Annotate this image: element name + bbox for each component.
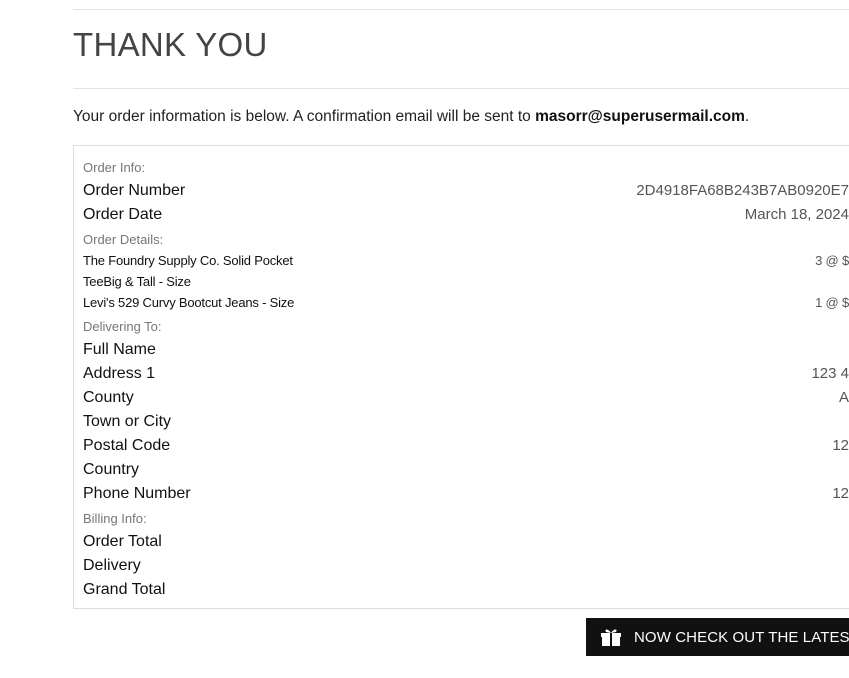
order-item-qty: 1 @ $ [815,295,849,310]
town-label: Town or City [83,413,172,430]
order-item-name: The Foundry Supply Co. Solid Pocket [83,253,293,268]
order-date-value: March 18, 2024 [744,206,849,223]
country-label: Country [83,461,140,478]
order-total-label: Order Total [83,533,162,550]
billing-info-heading: Billing Info: [83,511,147,526]
county-value: A [838,389,849,406]
phone-number-value: 12 [832,485,849,502]
address1-label: Address 1 [83,365,156,382]
full-name-label: Full Name [83,341,156,358]
title-divider [73,88,849,89]
order-item-name: Levi's 529 Curvy Bootcut Jeans - Size [83,295,295,310]
cta-label: NOW CHECK OUT THE LATEST [634,628,849,646]
order-item-name-line2: TeeBig & Tall - Size [83,274,191,289]
intro-text: Your order information is below. A confi… [73,108,536,125]
thank-you-page: THANK YOU Your order information is belo… [0,0,849,678]
page-title: THANK YOU [73,26,268,63]
county-label: County [83,389,134,406]
check-out-latest-button[interactable]: NOW CHECK OUT THE LATEST [586,618,849,656]
address1-value: 123 4 [811,365,849,382]
confirmation-message: Your order information is below. A confi… [73,107,749,127]
order-info-heading: Order Info: [83,160,146,175]
delivery-label: Delivery [83,557,141,574]
postal-code-label: Postal Code [83,437,171,454]
order-summary-box: Order Info: Order Number 2D4918FA68B243B… [73,145,849,609]
top-divider [73,9,849,10]
confirmation-email: masorr@superusermail.com [535,108,745,125]
postal-code-value: 12 [832,437,849,454]
order-number-label: Order Number [83,182,186,199]
order-details-heading: Order Details: [83,232,164,247]
order-date-label: Order Date [83,206,163,223]
delivering-to-heading: Delivering To: [83,319,162,334]
order-number-value: 2D4918FA68B243B7AB0920E7 [636,182,849,199]
phone-number-label: Phone Number [83,485,191,502]
intro-end: . [744,108,750,125]
grand-total-label: Grand Total [83,581,166,598]
gift-icon [600,627,622,647]
order-item-qty: 3 @ $ [815,253,849,268]
